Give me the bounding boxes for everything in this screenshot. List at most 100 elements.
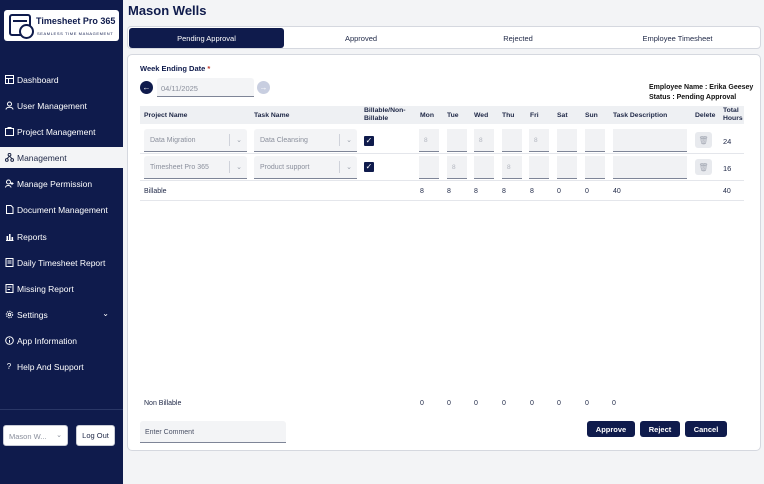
hierarchy-icon	[4, 153, 14, 163]
col-sun: Sun	[585, 112, 598, 119]
nonbillable-desc-total: 0	[612, 400, 616, 407]
week-ending-date-input[interactable]: 04/11/2025	[157, 78, 254, 97]
mon-hours-input[interactable]	[419, 156, 439, 179]
fri-hours-input[interactable]	[529, 156, 549, 179]
required-mark: *	[207, 64, 211, 73]
sidebar-item-label: Missing Report	[17, 283, 74, 294]
billable-total-hours: 40	[723, 188, 731, 195]
col-fri: Fri	[530, 112, 539, 119]
sidebar-item-label: Reports	[17, 231, 47, 242]
info-icon	[4, 336, 14, 346]
wed-hours-input[interactable]: 8	[474, 129, 494, 152]
project-select[interactable]: Timesheet Pro 365 ⌄	[144, 156, 247, 179]
sat-hours-input[interactable]	[557, 156, 577, 179]
task-description-input[interactable]	[613, 129, 687, 152]
sidebar-item-dashboard[interactable]: Dashboard	[0, 69, 123, 90]
project-icon	[4, 127, 14, 137]
sidebar-item-label: Help And Support	[17, 361, 84, 372]
employee-name: Employee Name : Erika Geesey	[649, 84, 754, 91]
project-select[interactable]: Data Migration ⌄	[144, 129, 247, 152]
sidebar-item-document-management[interactable]: Document Management	[0, 199, 123, 220]
tab-rejected[interactable]: Rejected	[443, 28, 593, 48]
app-logo[interactable]: Timesheet Pro 365 SEAMLESS TIME MANAGEME…	[4, 10, 119, 41]
week-ending-text: Week Ending Date	[140, 64, 206, 73]
sidebar-item-app-information[interactable]: App Information	[0, 330, 123, 351]
prev-week-button[interactable]: ←	[140, 81, 153, 94]
nonbillable-sat: 0	[557, 400, 561, 407]
sidebar-item-manage-permission[interactable]: Manage Permission	[0, 173, 123, 194]
sun-hours-input[interactable]	[585, 129, 605, 152]
col-mon: Mon	[420, 112, 434, 119]
billable-checkbox[interactable]: ✓	[364, 162, 374, 172]
billable-checkbox[interactable]: ✓	[364, 136, 374, 146]
tab-pending-approval[interactable]: Pending Approval	[129, 28, 284, 48]
col-task-description: Task Description	[613, 112, 668, 119]
sidebar-item-help-and-support[interactable]: ? Help And Support	[0, 356, 123, 377]
dashboard-icon	[4, 75, 14, 85]
document-icon	[4, 205, 14, 215]
task-select[interactable]: Data Cleansing ⌄	[254, 129, 357, 152]
missing-report-icon	[4, 284, 14, 294]
select-divider	[339, 134, 340, 146]
row-divider	[140, 153, 744, 154]
tab-approved[interactable]: Approved	[286, 28, 436, 48]
row-divider	[140, 200, 744, 201]
reject-button[interactable]: Reject	[640, 421, 680, 437]
arrow-right-icon: →	[259, 83, 268, 92]
calendar-clock-icon	[9, 14, 34, 39]
week-ending-label: Week Ending Date *	[140, 64, 210, 73]
wed-hours-input[interactable]	[474, 156, 494, 179]
billable-sun: 0	[585, 188, 589, 195]
sidebar-item-daily-timesheet-report[interactable]: Daily Timesheet Report	[0, 252, 123, 273]
nonbillable-summary-label: Non Billable	[144, 400, 182, 407]
tab-bar: Pending Approval Approved Rejected Emplo…	[127, 26, 761, 49]
sun-hours-input[interactable]	[585, 156, 605, 179]
sidebar-item-label: App Information	[17, 335, 78, 346]
page-title: Mason Wells	[128, 3, 207, 18]
billable-desc-total: 40	[613, 188, 621, 195]
mon-hours-input[interactable]: 8	[419, 129, 439, 152]
sat-hours-input[interactable]	[557, 129, 577, 152]
sidebar-item-reports[interactable]: Reports	[0, 226, 123, 247]
task-description-input[interactable]	[613, 156, 687, 179]
thu-hours-input[interactable]: 8	[502, 156, 522, 179]
user-select-value: Mason W...	[9, 432, 47, 441]
sidebar-item-user-management[interactable]: User Management	[0, 95, 123, 116]
sidebar-item-management[interactable]: Management	[0, 147, 123, 168]
nonbillable-tue: 0	[447, 400, 451, 407]
tab-employee-timesheet[interactable]: Employee Timesheet	[600, 28, 755, 48]
delete-row-button[interactable]: 🗑	[695, 159, 712, 175]
sidebar-item-label: Dashboard	[17, 74, 59, 85]
chevron-down-icon: ⌄	[56, 432, 62, 439]
comment-input[interactable]: Enter Comment	[140, 421, 286, 443]
trash-icon: 🗑	[698, 135, 709, 145]
sidebar-item-label: Document Management	[17, 204, 108, 215]
billable-tue: 8	[447, 188, 451, 195]
task-select[interactable]: Product support ⌄	[254, 156, 357, 179]
sidebar-item-label: Manage Permission	[17, 178, 93, 189]
billable-wed: 8	[474, 188, 478, 195]
billable-thu: 8	[502, 188, 506, 195]
logout-button[interactable]: Log Out	[76, 425, 115, 446]
next-week-button[interactable]: →	[257, 81, 270, 94]
row-total-hours: 24	[723, 137, 732, 146]
chevron-down-icon: ⌄	[236, 137, 242, 144]
delete-row-button[interactable]: 🗑	[695, 132, 712, 148]
help-icon: ?	[6, 362, 12, 371]
col-wed: Wed	[474, 112, 489, 119]
approve-button[interactable]: Approve	[587, 421, 635, 437]
tue-hours-input[interactable]: 8	[447, 156, 467, 179]
permission-icon	[4, 179, 14, 189]
cancel-button[interactable]: Cancel	[685, 421, 727, 437]
sidebar-item-project-management[interactable]: Project Management	[0, 121, 123, 142]
col-sat: Sat	[557, 112, 568, 119]
tue-hours-input[interactable]	[447, 129, 467, 152]
col-delete: Delete	[695, 112, 716, 119]
sidebar-item-settings[interactable]: Settings ⌄	[0, 304, 123, 325]
billable-fri: 8	[530, 188, 534, 195]
thu-hours-input[interactable]	[502, 129, 522, 152]
fri-hours-input[interactable]: 8	[529, 129, 549, 152]
sidebar-item-label: Project Management	[17, 126, 96, 137]
user-select[interactable]: Mason W... ⌄	[3, 425, 68, 446]
sidebar-item-missing-report[interactable]: Missing Report	[0, 278, 123, 299]
